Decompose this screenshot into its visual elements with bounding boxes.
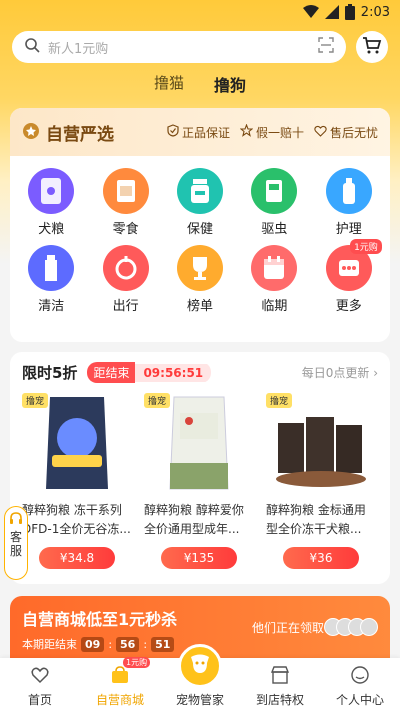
product-price[interactable]: ¥36 [283,547,359,569]
category-cleaning[interactable]: 清洁 [14,245,88,314]
guarantee-list: 正品保证 假一赔十 售后无忧 [167,123,378,141]
nav-store-privileges[interactable]: 到店特权 [245,665,315,708]
product-price[interactable]: ¥34.8 [39,547,115,569]
nav-profile[interactable]: 个人中心 [325,665,395,708]
category-snacks[interactable]: 零食 [88,168,162,237]
calendar-icon [251,245,298,291]
daily-update-link[interactable]: 每日0点更新 › [302,364,378,381]
category-expiring[interactable]: 临期 [237,245,311,314]
category-travel[interactable]: 出行 [88,245,162,314]
search-row: 新人1元购 [12,30,388,64]
guarantee-genuine: 正品保证 [167,124,230,141]
tab-cat[interactable]: 撸猫 [154,72,184,96]
medal-icon [22,120,40,144]
flash-sale-title: 限时5折 [22,364,78,382]
nav-mall[interactable]: 1元购 自营商城 [85,657,155,708]
product-tag: 撸宠 [266,393,293,408]
battery-icon [344,4,355,20]
self-operated-card: 自营严选 正品保证 假一赔十 售后无忧 犬粮 零食 保健 驱虫 护理 清洁 出行… [10,108,390,342]
product-image: 撸宠 [266,393,376,493]
dog-icon [187,651,213,681]
health-icon [176,168,223,214]
cart-icon [362,35,382,59]
travel-icon [102,245,149,291]
more-icon: 1元购 [325,239,382,291]
search-input[interactable]: 新人1元购 [12,31,346,63]
category-ranking[interactable]: 榜单 [163,245,237,314]
nav-home[interactable]: 首页 [5,665,75,708]
product-card[interactable]: 撸宠 醇粹狗粮 醇粹爱你全价通用型成年... ¥135 [138,393,260,569]
product-card[interactable]: 撸宠 醇粹狗粮 金标通用型全价冻干犬粮... ¥36 [260,393,382,569]
signal-icon [324,5,339,19]
product-image: 撸宠 [144,393,254,493]
product-tag: 撸宠 [144,393,171,408]
category-care[interactable]: 护理 [312,168,386,237]
category-deworming[interactable]: 驱虫 [237,168,311,237]
headset-icon [8,511,24,530]
scan-icon[interactable] [318,37,334,57]
store-icon [270,665,290,688]
status-time: 2:03 [360,4,390,20]
promo-receivers: 他们正在领取 [252,618,378,636]
search-placeholder: 新人1元购 [48,41,109,57]
shield-check-icon [167,124,179,140]
status-bar: 2:03 [0,0,400,24]
category-grid: 犬粮 零食 保健 驱虫 护理 清洁 出行 榜单 临期 1元购 更多 [10,156,390,314]
guarantee-fake-compensation: 假一赔十 [239,123,304,141]
tab-dog[interactable]: 撸狗 [214,72,246,99]
nav-badge: 1元购 [123,657,151,668]
snack-icon [102,168,149,214]
category-health[interactable]: 保健 [163,168,237,237]
category-more[interactable]: 1元购 更多 [312,239,386,314]
product-name: 醇粹狗粮 冻干系列DFD-1全价无谷冻... [22,503,131,536]
cleaning-icon [28,245,75,291]
pet-tabs: 撸猫 撸狗 [0,72,400,99]
pet-steward-center-button[interactable] [178,644,222,688]
product-name: 醇粹狗粮 醇粹爱你全价通用型成年... [144,503,244,536]
product-price[interactable]: ¥135 [161,547,237,569]
heart-icon [314,125,327,140]
dog-food-icon [28,168,75,214]
flash-sale-card: 限时5折 距结束 09:56:51 每日0点更新 › 撸宠 醇粹狗粮 冻干系列D… [10,352,390,584]
deworming-icon [251,168,298,214]
cart-button[interactable] [356,31,388,63]
search-icon [24,37,40,57]
product-card[interactable]: 撸宠 醇粹狗粮 冻干系列DFD-1全价无谷冻... ¥34.8 [16,393,138,569]
smile-icon [350,665,370,688]
one-yuan-badge: 1元购 [350,239,382,254]
category-dog-food[interactable]: 犬粮 [14,168,88,237]
home-heart-icon [30,665,50,688]
trophy-icon [176,245,223,291]
product-list: 撸宠 醇粹狗粮 冻干系列DFD-1全价无谷冻... ¥34.8 撸宠 醇粹狗粮 … [10,393,390,569]
flash-sale-countdown: 距结束 09:56:51 [87,362,212,383]
care-icon [325,168,372,214]
shop-bag-icon [110,665,130,688]
product-tag: 撸宠 [22,393,49,408]
avatar [360,618,378,636]
star-icon [239,123,254,140]
flash-sale-header: 限时5折 距结束 09:56:51 每日0点更新 › [10,352,390,393]
self-operated-header: 自营严选 正品保证 假一赔十 售后无忧 [10,108,390,156]
product-image: 撸宠 [22,393,132,493]
customer-service-button[interactable]: 客 服 [4,506,28,580]
guarantee-after-sale: 售后无忧 [314,124,378,141]
wifi-icon [302,5,319,19]
product-name: 醇粹狗粮 金标通用型全价冻干犬粮... [266,503,366,536]
chevron-right-icon: › [373,366,378,380]
avatar-group [324,618,378,636]
self-operated-title: 自营严选 [46,124,114,145]
